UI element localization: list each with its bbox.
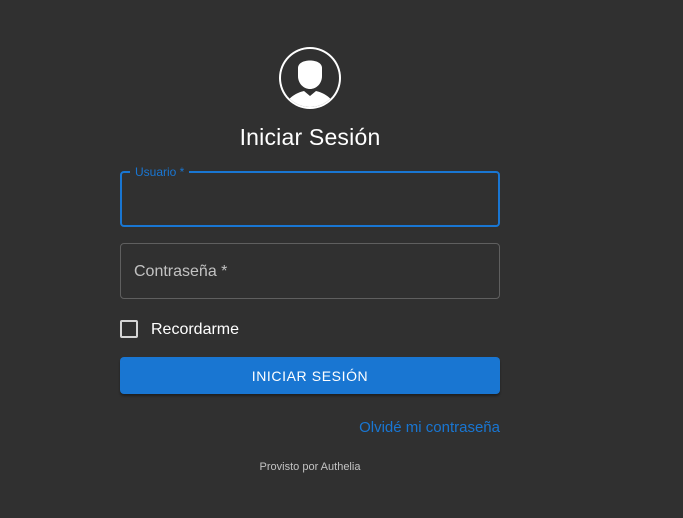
- powered-by-footer[interactable]: Provisto por Authelia: [0, 460, 620, 474]
- username-field[interactable]: Usuario *: [120, 164, 500, 227]
- remember-me-control[interactable]: Recordarme: [120, 318, 239, 340]
- forgot-password-link[interactable]: Olvidé mi contraseña: [359, 419, 500, 437]
- password-field[interactable]: Contraseña *: [120, 243, 500, 299]
- login-page: Iniciar Sesión Usuario * Contraseña * Re…: [0, 0, 683, 518]
- username-label: Usuario *: [130, 164, 190, 180]
- username-input[interactable]: [134, 187, 486, 213]
- remember-me-label[interactable]: Recordarme: [151, 320, 239, 340]
- page-title: Iniciar Sesión: [239, 124, 381, 150]
- user-avatar-icon: [279, 47, 341, 109]
- remember-me-checkbox[interactable]: [120, 320, 138, 338]
- sign-in-button[interactable]: INICIAR SESIÓN: [120, 357, 500, 394]
- password-input[interactable]: [134, 259, 486, 285]
